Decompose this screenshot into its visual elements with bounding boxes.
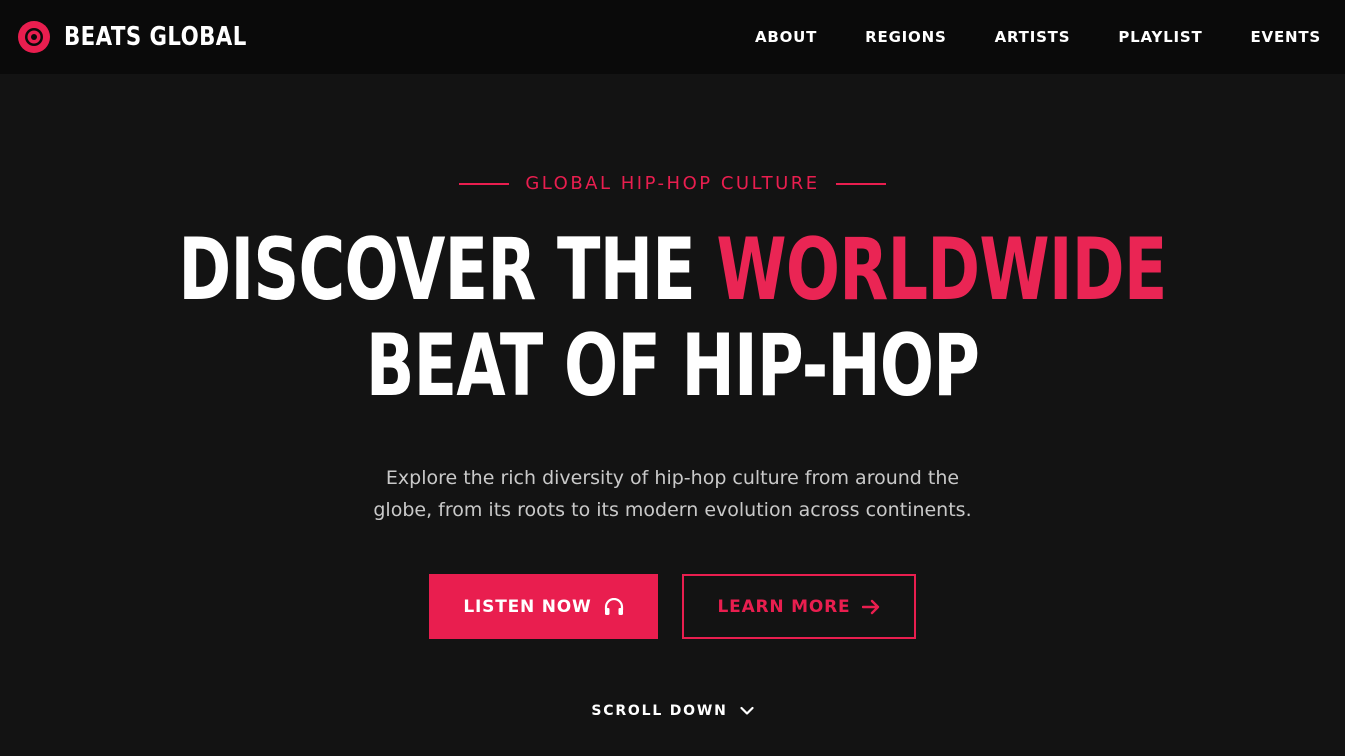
- listen-now-label: LISTEN NOW: [463, 596, 592, 617]
- eyebrow: GLOBAL HIP-HOP CULTURE: [459, 173, 886, 194]
- record-target-icon: [18, 21, 50, 53]
- main-nav: ABOUT REGIONS ARTISTS PLAYLIST EVENTS: [755, 28, 1321, 46]
- hero-description: Explore the rich diversity of hip-hop cu…: [373, 467, 972, 521]
- eyebrow-line-left: [459, 182, 510, 185]
- learn-more-button[interactable]: LEARN MORE: [682, 574, 916, 639]
- hero-actions: LISTEN NOW LEARN MORE: [429, 574, 916, 639]
- headline-accent: WORLDWIDE: [716, 220, 1167, 320]
- nav-link-regions[interactable]: REGIONS: [865, 28, 946, 46]
- headline-part1: DISCOVER THE: [178, 220, 717, 320]
- eyebrow-line-right: [835, 182, 886, 185]
- headphones-icon: [604, 597, 623, 615]
- scroll-down-link[interactable]: SCROLL DOWN: [591, 703, 754, 719]
- nav-link-about[interactable]: ABOUT: [755, 28, 817, 46]
- learn-more-label: LEARN MORE: [717, 596, 851, 617]
- chevron-down-icon: [740, 706, 754, 715]
- eyebrow-text: GLOBAL HIP-HOP CULTURE: [525, 173, 820, 194]
- brand-home-link[interactable]: BEATS GLOBAL: [18, 21, 287, 53]
- arrow-right-icon: [862, 599, 880, 614]
- nav-link-artists[interactable]: ARTISTS: [995, 28, 1071, 46]
- nav-link-playlist[interactable]: PLAYLIST: [1118, 28, 1202, 46]
- site-header: BEATS GLOBAL ABOUT REGIONS ARTISTS PLAYL…: [0, 0, 1345, 74]
- hero-headline: DISCOVER THE WORLDWIDE BEAT OF HIP-HOP: [175, 222, 1170, 414]
- brand-name: BEATS GLOBAL: [64, 22, 247, 52]
- scroll-down-label: SCROLL DOWN: [591, 703, 728, 719]
- hero-section: GLOBAL HIP-HOP CULTURE DISCOVER THE WORL…: [0, 74, 1345, 756]
- headline-line2: BEAT OF HIP-HOP: [365, 316, 980, 416]
- nav-link-events[interactable]: EVENTS: [1251, 28, 1322, 46]
- listen-now-button[interactable]: LISTEN NOW: [429, 574, 658, 639]
